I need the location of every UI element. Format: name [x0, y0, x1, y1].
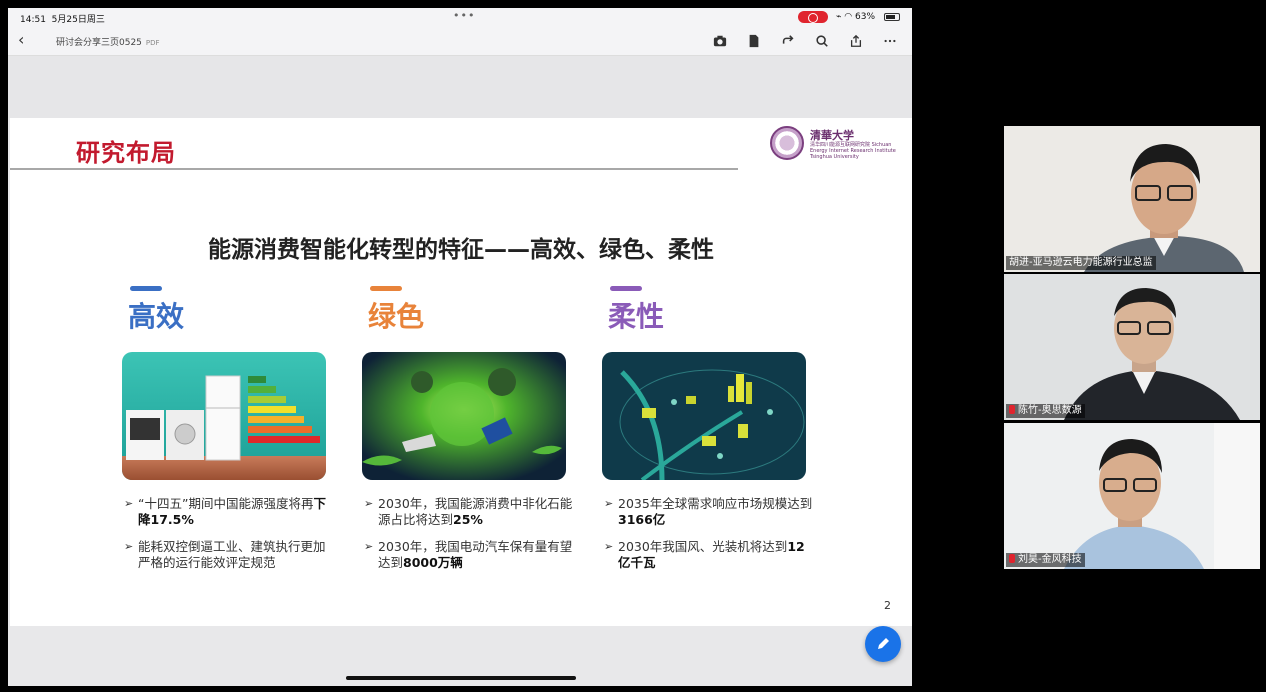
bullet-list: 2035年全球需求响应市场规模达到3166亿 2030年我国风、光装机将达到12…: [604, 496, 814, 582]
participant-avatar: [1004, 274, 1260, 420]
status-bar: 14:51 5月25日周三 ••• ⌁ ◠ 63%: [8, 8, 912, 26]
slide-main-title: 能源消费智能化转型的特征——高效、绿色、柔性: [208, 237, 714, 263]
bullet-item: 能耗双控倒逼工业、建筑执行更加严格的运行能效评定规范: [124, 539, 334, 571]
pdf-toolbar: ‹ 研讨会分享三页0525 PDF: [8, 26, 912, 56]
page-gap: [8, 56, 912, 118]
camera-icon[interactable]: [712, 33, 728, 49]
bullet-item: 2035年全球需求响应市场规模达到3166亿: [604, 496, 814, 528]
slide-heading: 研究布局: [76, 139, 176, 167]
bullet-list: “十四五”期间中国能源强度将再下降17.5% 能耗双控倒逼工业、建筑执行更加严格…: [124, 496, 334, 582]
bullet-item: 2030年我国风、光装机将达到12亿千瓦: [604, 539, 814, 571]
more-icon[interactable]: [882, 33, 898, 49]
multitask-dots-icon[interactable]: •••: [453, 9, 475, 22]
column-accent-bar: [370, 286, 402, 291]
column-flexible: 柔性 ➢ 2035年全球需求响应市场规模达到3166亿 ➢ 2030年我国风、光…: [602, 286, 812, 570]
search-icon[interactable]: [814, 33, 830, 49]
column-green: 绿色 2030年，我国能源消费中非化石能源占比将达到25%: [362, 286, 572, 570]
home-indicator: [346, 676, 576, 680]
participant-name: 陈竹-奥思数源: [1006, 404, 1085, 418]
column-label: 绿色: [368, 300, 425, 333]
bullet-item: “十四五”期间中国能源强度将再下降17.5%: [124, 496, 334, 528]
green-energy-globe-image: [362, 352, 566, 480]
tsinghua-logo: 清華大学 清华四川能源互联网研究院 Sichuan Energy Interne…: [770, 126, 906, 166]
screen-share-area: 14:51 5月25日周三 ••• ⌁ ◠ 63% ‹ 研讨会分享三页0525 P…: [8, 8, 912, 686]
share-icon[interactable]: [848, 33, 864, 49]
column-accent-bar: [130, 286, 162, 291]
heading-divider: [10, 168, 738, 170]
document-title: 研讨会分享三页0525 PDF: [56, 38, 160, 48]
column-label: 柔性: [608, 300, 665, 333]
redo-icon[interactable]: [780, 33, 796, 49]
smart-grid-city-image: [602, 352, 806, 480]
participant-video-2[interactable]: 陈竹-奥思数源: [1004, 274, 1260, 420]
annotate-pencil-button[interactable]: [865, 626, 901, 662]
slide-page-number: 2: [884, 599, 891, 612]
participant-video-1[interactable]: 胡进-亚马逊云电力能源行业总监: [1004, 126, 1260, 272]
screen-record-icon[interactable]: [798, 11, 828, 23]
participant-avatar: [1004, 423, 1260, 569]
column-accent-bar: [610, 286, 642, 291]
logo-text-en: 清华四川能源互联网研究院 Sichuan Energy Internet Res…: [810, 142, 896, 160]
column-efficient: 高效 ➢ “十四五”期间中国能源强度将再下降17.5% ➢ 能耗双控倒逼工业、建…: [122, 286, 332, 570]
participant-avatar: [1004, 126, 1260, 272]
bullet-list: 2030年，我国能源消费中非化石能源占比将达到25% 2030年，我国电动汽车保…: [364, 496, 574, 582]
muted-mic-icon: [1009, 554, 1015, 563]
bullet-item: 2030年，我国能源消费中非化石能源占比将达到25%: [364, 496, 574, 528]
appliances-energy-rating-image: [122, 352, 326, 480]
muted-mic-icon: [1009, 405, 1015, 414]
participant-name: 刘昊-金风科技: [1006, 553, 1085, 567]
back-chevron-icon[interactable]: ‹: [18, 32, 32, 48]
bullet-item: 2030年，我国电动汽车保有量有望达到8000万辆: [364, 539, 574, 571]
logo-text-cn: 清華大学: [810, 129, 854, 142]
document-icon[interactable]: [746, 33, 762, 49]
university-seal-icon: [770, 126, 804, 160]
pdf-slide: 研究布局 清華大学 清华四川能源互联网研究院 Sichuan Energy In…: [10, 118, 912, 626]
participant-video-3[interactable]: 刘昊-金风科技: [1004, 423, 1260, 569]
battery-icon: [884, 13, 900, 21]
participant-name: 胡进-亚马逊云电力能源行业总监: [1006, 256, 1156, 270]
status-time: 14:51 5月25日周三: [20, 15, 105, 25]
column-label: 高效: [128, 300, 185, 333]
pencil-icon: [878, 638, 889, 649]
status-battery-text: ⌁ ◠ 63%: [836, 12, 876, 22]
